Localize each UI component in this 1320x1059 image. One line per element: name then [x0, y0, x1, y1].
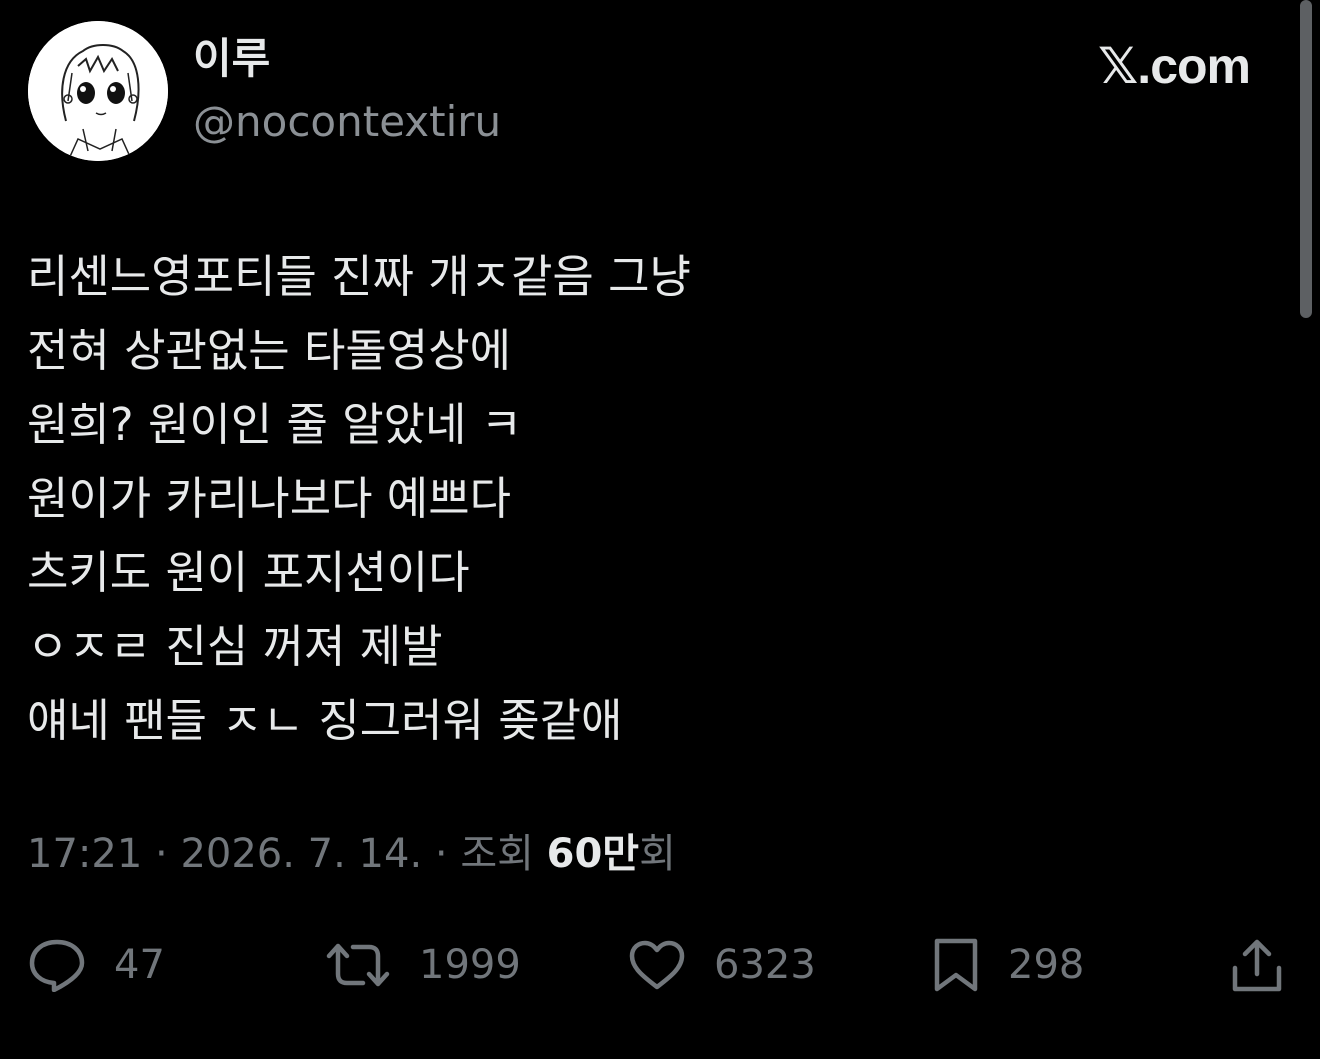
tweet-line: ㅇㅈㄹ 진심 꺼져 제발 [27, 620, 443, 673]
action-bar: 47 1999 6323 298 [0, 930, 1320, 1000]
tweet-line: 전혀 상관없는 타돌영상에 [27, 324, 512, 377]
tweet-line: 츠키도 원이 포지션이다 [27, 546, 470, 599]
retweet-button[interactable]: 1999 [325, 930, 521, 1000]
tweet-time[interactable]: 17:21 [27, 831, 142, 877]
views-count: 60만 [546, 831, 640, 877]
tweet-line: 리센느영포티들 진짜 개ㅈ같음 그냥 [27, 250, 691, 303]
bookmark-icon [934, 938, 978, 992]
cartoon-avatar-icon [28, 21, 168, 161]
tweet-line: 원희? 원이인 줄 알았네 ㅋ [27, 398, 523, 451]
tweet-meta: 17:21 · 2026. 7. 14. · 조회 60만회 [27, 830, 676, 878]
retweet-count: 1999 [419, 942, 521, 988]
user-handle[interactable]: @nocontextiru [193, 97, 501, 147]
bookmark-button[interactable]: 298 [932, 930, 1084, 1000]
reply-button[interactable]: 47 [28, 930, 165, 1000]
display-name[interactable]: 이루 [193, 34, 270, 84]
bookmark-count: 298 [1008, 942, 1085, 988]
avatar[interactable] [28, 21, 168, 161]
share-icon [1232, 939, 1282, 992]
tweet-date[interactable]: 2026. 7. 14. [180, 831, 422, 877]
meta-separator: · [422, 831, 461, 877]
x-logo-text: .com [1137, 38, 1251, 94]
views-label: 조회 [460, 831, 534, 877]
reply-icon [29, 939, 85, 992]
heart-icon [629, 940, 685, 990]
share-button[interactable] [1230, 930, 1284, 1000]
like-count: 6323 [714, 942, 816, 988]
scrollbar[interactable] [1300, 0, 1312, 318]
retweet-icon [326, 943, 390, 987]
tweet-line: 얘네 팬들 ㅈㄴ 징그러워 좆같애 [27, 694, 623, 747]
tweet-line: 원이가 카리나보다 예쁘다 [27, 472, 512, 525]
x-logo-glyph: 𝕏 [1098, 38, 1138, 94]
views-suffix: 회 [639, 831, 676, 877]
meta-separator: · [142, 831, 181, 877]
reply-count: 47 [114, 942, 165, 988]
x-logo: 𝕏.com [1098, 36, 1251, 96]
tweet-text: 리센느영포티들 진짜 개ㅈ같음 그냥 전혀 상관없는 타돌영상에 원희? 원이인… [27, 240, 1107, 758]
like-button[interactable]: 6323 [628, 930, 816, 1000]
